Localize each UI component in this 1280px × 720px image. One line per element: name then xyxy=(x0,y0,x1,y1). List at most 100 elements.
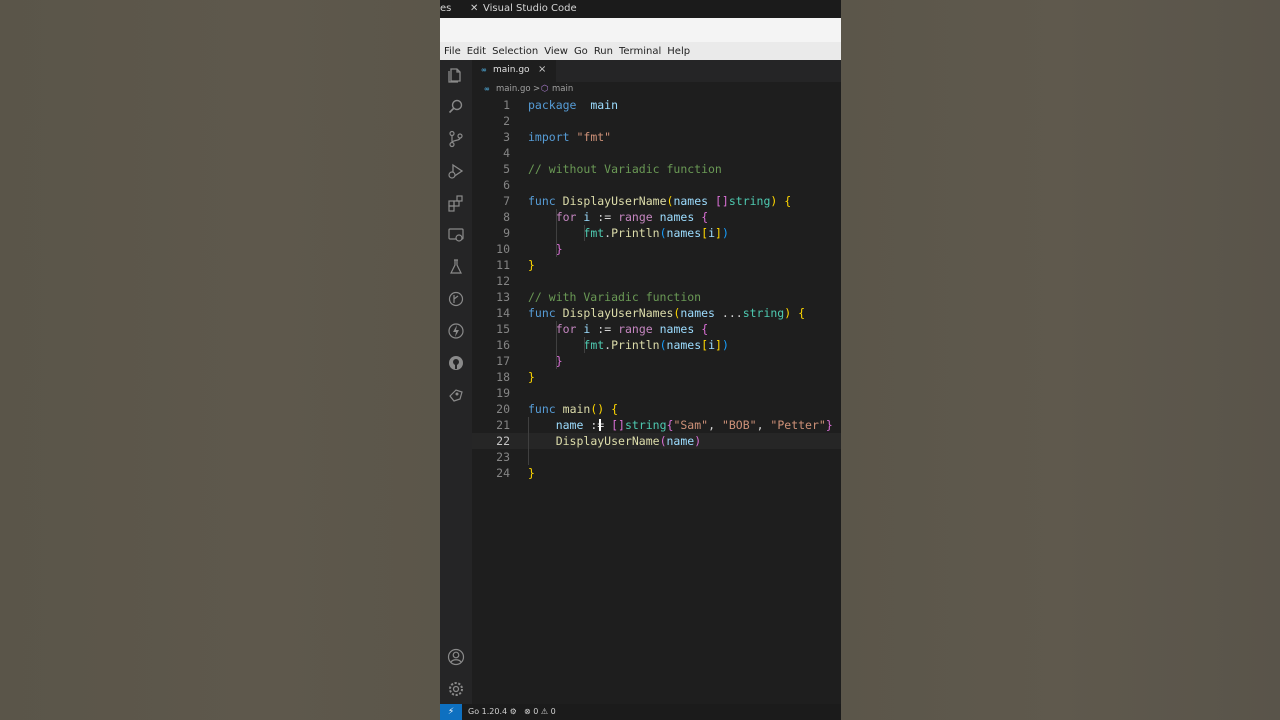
code-token: ) xyxy=(721,226,729,240)
code-token: Println xyxy=(611,226,660,240)
code-line[interactable]: 4 xyxy=(472,145,841,161)
code-token: } xyxy=(825,418,833,432)
docker-icon[interactable] xyxy=(447,386,465,404)
code-token: "BOB" xyxy=(721,418,757,432)
problems-status[interactable]: ⊗ 0 ⚠ 0 xyxy=(524,707,556,716)
timeline-icon[interactable] xyxy=(447,290,465,308)
close-tab-icon[interactable]: × xyxy=(538,64,546,75)
menu-selection[interactable]: Selection xyxy=(492,46,538,57)
code-token: "fmt" xyxy=(576,130,612,144)
window-title: Visual Studio Code xyxy=(483,3,577,14)
code-token: { xyxy=(701,210,709,224)
menu-help[interactable]: Help xyxy=(667,46,690,57)
line-number: 2 xyxy=(503,114,510,128)
thunder-icon[interactable] xyxy=(447,322,465,340)
remote-indicator-icon[interactable]: ⚡ xyxy=(440,704,462,720)
testing-icon[interactable] xyxy=(447,258,465,276)
code-text: name := []string{"Sam", "BOB", "Petter"} xyxy=(528,417,833,433)
code-editor[interactable]: 1 package main 2 3 import "fmt" 4 5// without … xyxy=(472,98,841,704)
go-version-status[interactable]: Go 1.20.4 ⚙ xyxy=(468,707,517,716)
code-token: package xyxy=(528,98,577,112)
go-file-icon: ∞ xyxy=(484,85,490,93)
os-title-bar: es ✕ Visual Studio Code xyxy=(440,0,841,18)
source-control-icon[interactable] xyxy=(447,130,465,148)
line-number: 5 xyxy=(503,162,510,176)
line-number: 16 xyxy=(496,338,510,352)
line-number: 15 xyxy=(496,322,510,336)
code-token: string xyxy=(742,306,785,320)
settings-gear-icon[interactable] xyxy=(447,680,465,698)
code-line[interactable]: 1 package main xyxy=(472,97,841,113)
line-number: 14 xyxy=(496,306,510,320)
code-token: [] xyxy=(611,418,625,432)
code-line[interactable]: 11} xyxy=(472,257,841,273)
menu-terminal[interactable]: Terminal xyxy=(619,46,661,57)
status-bar: ⚡ Go 1.20.4 ⚙ ⊗ 0 ⚠ 0 xyxy=(440,704,841,720)
line-number: 6 xyxy=(503,178,510,192)
menu-edit[interactable]: Edit xyxy=(467,46,486,57)
blurred-background-right xyxy=(841,0,1280,720)
line-number: 22 xyxy=(496,434,510,448)
menu-view[interactable]: View xyxy=(544,46,568,57)
code-line[interactable]: 12 xyxy=(472,273,841,289)
code-token: main xyxy=(562,402,591,416)
code-line[interactable]: 6 xyxy=(472,177,841,193)
code-text: import "fmt" xyxy=(528,129,611,145)
code-token: , xyxy=(708,418,722,432)
code-line[interactable]: 16 fmt.Println(names[i]) xyxy=(472,337,841,353)
code-line[interactable]: 2 xyxy=(472,113,841,129)
account-icon[interactable] xyxy=(447,648,465,666)
line-number: 1 xyxy=(503,98,510,112)
run-debug-icon[interactable] xyxy=(447,162,465,180)
code-token: DisplayUserName xyxy=(555,434,660,448)
code-token: { xyxy=(611,402,619,416)
github-icon[interactable] xyxy=(447,354,465,372)
code-line[interactable]: 18} xyxy=(472,369,841,385)
code-text: } xyxy=(528,369,535,385)
code-line[interactable]: 19 xyxy=(472,385,841,401)
line-number: 9 xyxy=(503,226,510,240)
code-line[interactable]: 13 // with Variadic function xyxy=(472,289,841,305)
code-line[interactable]: 7 func DisplayUserName(names []string) { xyxy=(472,193,841,209)
code-token: names xyxy=(666,338,702,352)
code-line[interactable]: 15 for i := range names { xyxy=(472,321,841,337)
breadcrumb-symbol[interactable]: main xyxy=(552,84,573,94)
search-icon[interactable] xyxy=(447,98,465,116)
code-line[interactable]: 17 } xyxy=(472,353,841,369)
line-number: 21 xyxy=(496,418,510,432)
code-text: } xyxy=(528,257,535,273)
extensions-icon[interactable] xyxy=(447,194,465,212)
code-token: main xyxy=(590,98,619,112)
breadcrumb-file[interactable]: main.go xyxy=(496,84,531,94)
close-window-icon[interactable]: ✕ xyxy=(470,3,478,14)
blurred-background-left xyxy=(0,0,440,720)
menu-run[interactable]: Run xyxy=(594,46,613,57)
explorer-icon[interactable] xyxy=(447,66,465,84)
code-line[interactable]: 3 import "fmt" xyxy=(472,129,841,145)
tab-main-go[interactable]: ∞ main.go × xyxy=(472,60,556,82)
code-token: ) xyxy=(721,338,729,352)
code-line[interactable]: 8 for i := range names { xyxy=(472,209,841,225)
code-line[interactable]: 10 } xyxy=(472,241,841,257)
tab-filename: main.go xyxy=(493,65,530,75)
os-title-fragment: es xyxy=(440,3,452,14)
remote-explorer-icon[interactable] xyxy=(447,226,465,244)
code-text: package main xyxy=(528,97,618,113)
menu-file[interactable]: File xyxy=(444,46,461,57)
code-line[interactable]: 9 fmt.Println(names[i]) xyxy=(472,225,841,241)
code-line[interactable]: 14 func DisplayUserNames(names ...string)… xyxy=(472,305,841,321)
code-token: ] xyxy=(715,338,722,352)
code-token: { xyxy=(784,194,792,208)
code-token: string xyxy=(728,194,771,208)
code-text: } xyxy=(528,353,563,369)
menu-go[interactable]: Go xyxy=(574,46,588,57)
code-line[interactable]: 24} xyxy=(472,465,841,481)
code-line[interactable]: 20 func main() { xyxy=(472,401,841,417)
code-token: range xyxy=(618,322,653,336)
code-line[interactable]: 5 // without Variadic function xyxy=(472,161,841,177)
code-token: i xyxy=(708,338,716,352)
